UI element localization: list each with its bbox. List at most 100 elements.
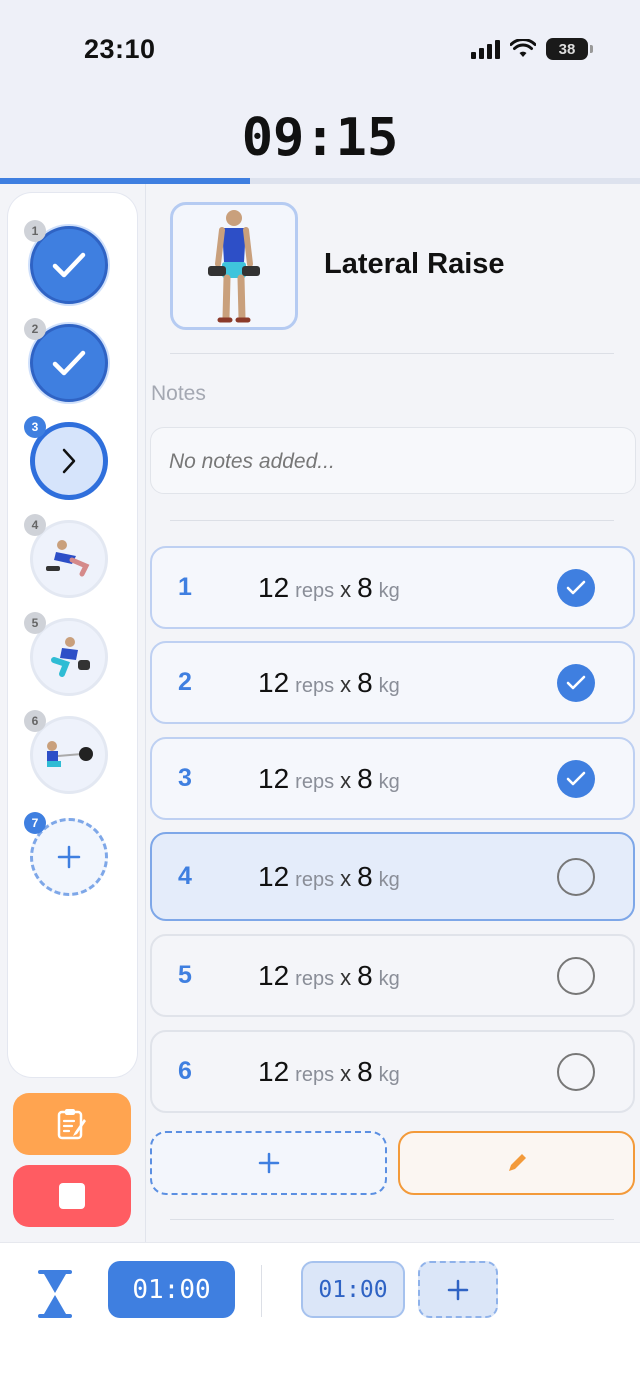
set-reps: 12	[258, 959, 290, 991]
set-detail[interactable]: 12 reps x 8 kg	[258, 667, 400, 699]
set-times: x	[340, 767, 352, 793]
set-row[interactable]: 1 12 reps x 8 kg	[150, 546, 635, 629]
edit-sets-button[interactable]	[398, 1131, 635, 1195]
pencil-icon	[508, 1154, 526, 1171]
exercise-number-badge: 1	[24, 220, 46, 242]
set-reps-unit: reps	[295, 579, 335, 602]
plus-icon	[258, 1152, 279, 1174]
plus-icon	[57, 845, 81, 869]
status-icons: 38	[471, 38, 593, 60]
exercise-item-1[interactable]: 1	[24, 220, 110, 306]
clipboard-icon	[57, 1109, 86, 1140]
set-row[interactable]: 6 12 reps x 8 kg	[150, 1030, 635, 1113]
set-number: 2	[178, 668, 192, 696]
set-row[interactable]: 4 12 reps x 8 kg	[150, 832, 635, 921]
set-reps-unit: reps	[295, 868, 335, 891]
status-time: 23:10	[84, 34, 156, 64]
exercise-item-4[interactable]: 4	[24, 514, 110, 600]
set-complete-checkbox[interactable]	[557, 1052, 595, 1091]
rest-timer-primary[interactable]: 01:00	[108, 1261, 235, 1318]
checkmark-icon	[566, 771, 586, 785]
exercise-figure-icon	[47, 741, 93, 767]
add-set-button[interactable]	[150, 1131, 387, 1195]
set-weight-unit: kg	[378, 674, 400, 697]
set-weight-unit: kg	[378, 1063, 400, 1086]
stop-workout-button[interactable]	[13, 1165, 131, 1227]
rest-timer-secondary[interactable]: 01:00	[301, 1261, 405, 1318]
notes-field[interactable]: No notes added...	[150, 427, 636, 494]
rest-timer-bar: 01:00 01:00	[0, 1242, 640, 1391]
set-row[interactable]: 3 12 reps x 8 kg	[150, 737, 635, 820]
divider	[261, 1265, 262, 1317]
set-times: x	[340, 865, 352, 891]
set-reps: 12	[258, 1055, 290, 1087]
hourglass-icon	[38, 1270, 72, 1318]
set-weight: 8	[357, 1055, 373, 1087]
set-complete-checkbox[interactable]	[557, 857, 595, 896]
set-number: 4	[178, 862, 192, 890]
set-times: x	[340, 1060, 352, 1086]
set-reps-unit: reps	[295, 1063, 335, 1086]
add-rest-timer-button[interactable]	[418, 1261, 498, 1318]
add-exercise-item[interactable]: 7	[24, 812, 110, 898]
set-reps: 12	[258, 762, 290, 794]
workout-notes-button[interactable]	[13, 1093, 131, 1155]
exercise-figure-icon	[208, 210, 260, 323]
set-complete-checkbox[interactable]	[557, 568, 595, 607]
cellular-signal-icon	[471, 39, 500, 59]
set-number: 1	[178, 573, 192, 601]
divider	[170, 520, 614, 521]
exercise-item-3-current[interactable]: 3	[24, 416, 110, 502]
checkmark-icon	[52, 252, 86, 278]
set-reps: 12	[258, 860, 290, 892]
set-weight: 8	[357, 571, 373, 603]
set-weight-unit: kg	[378, 770, 400, 793]
set-detail[interactable]: 12 reps x 8 kg	[258, 960, 400, 992]
exercise-item-6[interactable]: 6	[24, 710, 110, 796]
set-complete-checkbox[interactable]	[557, 956, 595, 995]
set-complete-checkbox[interactable]	[557, 759, 595, 798]
set-times: x	[340, 964, 352, 990]
exercise-number-badge: 7	[24, 812, 46, 834]
set-weight: 8	[357, 860, 373, 892]
set-weight-unit: kg	[378, 868, 400, 891]
set-complete-checkbox[interactable]	[557, 663, 595, 702]
exercise-title: Lateral Raise	[324, 248, 505, 280]
checkmark-icon	[52, 350, 86, 376]
set-detail[interactable]: 12 reps x 8 kg	[258, 861, 400, 893]
set-reps: 12	[258, 666, 290, 698]
battery-icon: 38	[546, 38, 593, 60]
exercise-item-2[interactable]: 2	[24, 318, 110, 404]
set-row[interactable]: 2 12 reps x 8 kg	[150, 641, 635, 724]
workout-progress-fill	[0, 178, 250, 184]
set-times: x	[340, 671, 352, 697]
set-detail[interactable]: 12 reps x 8 kg	[258, 1056, 400, 1088]
exercise-item-5[interactable]: 5	[24, 612, 110, 698]
exercise-figure-icon	[46, 540, 90, 577]
workout-elapsed-timer: 09:15	[241, 108, 399, 168]
exercise-number-badge: 4	[24, 514, 46, 536]
set-weight: 8	[357, 762, 373, 794]
stop-icon	[59, 1183, 85, 1209]
set-weight: 8	[357, 959, 373, 991]
set-reps-unit: reps	[295, 967, 335, 990]
set-detail[interactable]: 12 reps x 8 kg	[258, 572, 400, 604]
set-number: 6	[178, 1057, 192, 1085]
checkmark-icon	[566, 580, 586, 594]
set-reps-unit: reps	[295, 770, 335, 793]
set-number: 5	[178, 961, 192, 989]
set-row[interactable]: 5 12 reps x 8 kg	[150, 934, 635, 1017]
set-number: 3	[178, 764, 192, 792]
divider	[170, 1219, 614, 1220]
exercise-number-badge: 5	[24, 612, 46, 634]
exercise-number-badge: 6	[24, 710, 46, 732]
set-weight: 8	[357, 666, 373, 698]
divider	[170, 353, 614, 354]
exercise-number-badge: 3	[24, 416, 46, 438]
wifi-icon	[510, 39, 536, 57]
set-reps-unit: reps	[295, 674, 335, 697]
plus-icon	[447, 1279, 469, 1300]
exercise-thumbnail[interactable]	[170, 202, 298, 330]
set-detail[interactable]: 12 reps x 8 kg	[258, 763, 400, 795]
set-weight-unit: kg	[378, 579, 400, 602]
